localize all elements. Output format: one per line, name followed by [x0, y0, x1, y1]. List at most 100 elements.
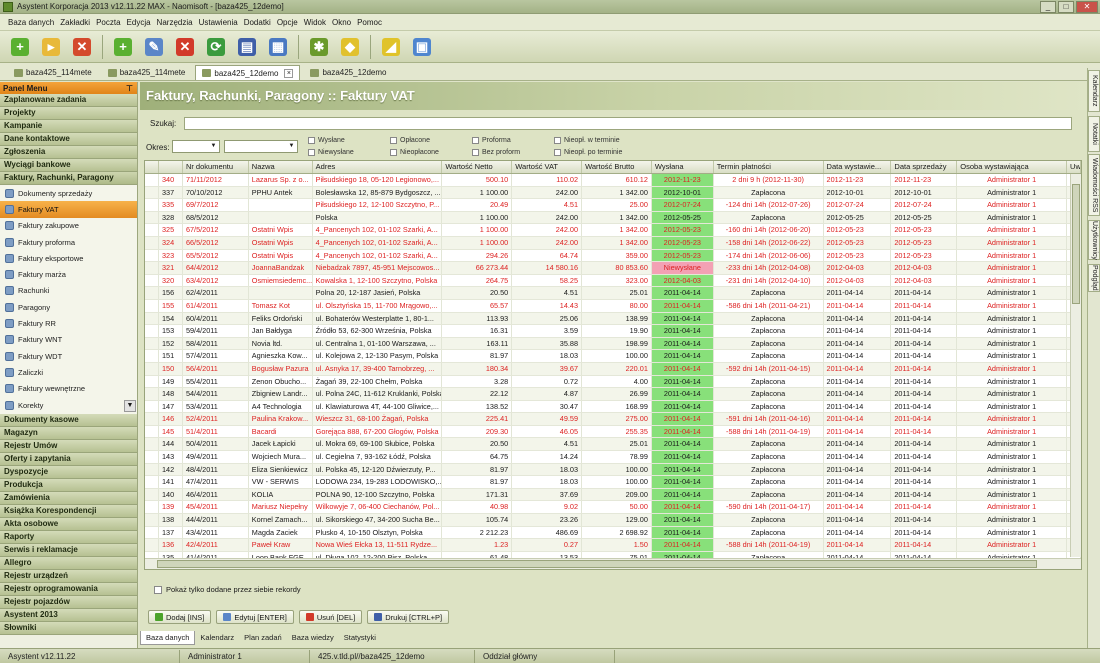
table-row[interactable]: 321 64/4/2012 JoannaBandzak Niebadzak 7897,… — [145, 262, 1081, 275]
sidebar-item[interactable]: Faktury eksportowe — [0, 250, 137, 266]
sidebar-group[interactable]: Projekty — [0, 107, 137, 120]
sidebar-item[interactable]: Faktury proforma — [0, 234, 137, 250]
table-row[interactable]: 138 44/4/2011 Kornel Zamach... ul. Sikorski… — [145, 514, 1081, 527]
row-checkbox[interactable] — [145, 249, 159, 262]
column-header[interactable]: Uwagi — [1067, 161, 1081, 173]
column-header[interactable]: Osoba wystawiająca — [957, 161, 1068, 173]
new-record-button[interactable]: + — [6, 34, 34, 60]
scroll-down-icon[interactable]: ▼ — [124, 400, 136, 412]
row-checkbox[interactable] — [145, 501, 159, 514]
sidebar-item[interactable]: Faktury WNT — [0, 332, 137, 348]
filter-sent[interactable]: Wysłane — [308, 137, 345, 144]
row-checkbox[interactable] — [145, 476, 159, 488]
sidebar-item[interactable]: Faktury marża — [0, 266, 137, 282]
table-row[interactable]: 149 55/4/2011 Zenon Obucho... Żagań 39, 22-… — [145, 375, 1081, 389]
close-tab-icon[interactable]: × — [284, 68, 294, 78]
row-checkbox[interactable] — [145, 211, 159, 224]
sidebar-group[interactable]: Książka Korespondencji — [0, 505, 137, 518]
table-row[interactable]: 146 52/4/2011 Paulina Krakow... Wieszcz 31,… — [145, 413, 1081, 426]
row-checkbox[interactable] — [145, 350, 159, 362]
row-checkbox[interactable] — [145, 413, 159, 425]
column-header[interactable]: Data sprzedaży — [891, 161, 958, 173]
scroll-thumb[interactable] — [1072, 184, 1080, 304]
table-row[interactable]: 153 59/4/2011 Jan Bałdyga Źródło 53, 62-300… — [145, 325, 1081, 338]
table-row[interactable]: 142 48/4/2011 Eliza Sienkiewicz ul. Polska … — [145, 463, 1081, 477]
pin-icon[interactable]: ⊤ — [126, 84, 133, 93]
table-row[interactable]: 136 42/4/2011 Paweł Kraw Nowa Wieś Ełcka 13… — [145, 539, 1081, 552]
sidebar-item[interactable]: Faktury WDT — [0, 348, 137, 364]
row-checkbox[interactable] — [145, 274, 159, 287]
sidebar-group[interactable]: Rejestr oprogramowania — [0, 583, 137, 596]
search-input[interactable] — [184, 116, 1073, 130]
row-checkbox[interactable] — [145, 438, 159, 451]
table-row[interactable]: 141 47/4/2011 VW - SERWIS LODOWA 234, 19-28… — [145, 476, 1081, 489]
minimize-button[interactable]: _ — [1040, 1, 1056, 13]
checkbox[interactable] — [308, 149, 315, 156]
delete-button[interactable]: Usuń [DEL] — [298, 610, 363, 624]
sidebar-group[interactable]: Raporty — [0, 531, 137, 544]
sidebar-item[interactable]: Faktury wewnętrzne — [0, 381, 137, 397]
row-checkbox[interactable] — [145, 287, 159, 299]
filter-unpaid-overdue[interactable]: Nieopł. po terminie — [554, 149, 622, 156]
sidebar-group[interactable]: Asystent 2013 — [0, 609, 137, 622]
row-checkbox[interactable] — [145, 526, 159, 539]
row-checkbox[interactable] — [145, 451, 159, 463]
maximize-button[interactable]: □ — [1058, 1, 1074, 13]
side-tab[interactable]: Wiadomości RSS — [1088, 154, 1100, 216]
sidebar-group[interactable]: Zaplanowane zadania — [0, 94, 137, 107]
table-row[interactable]: 140 46/4/2011 KOLIA POLNA 90, 12-100 Szczyt… — [145, 488, 1081, 502]
sidebar-group-open[interactable]: Faktury, Rachunki, Paragony — [0, 172, 137, 185]
side-tab[interactable]: Podgląd — [1088, 264, 1100, 292]
table-row[interactable]: 152 58/4/2011 Novia ltd. ul. Centralna 1, 0… — [145, 337, 1081, 351]
sidebar-item[interactable]: Dokumenty sprzedaży — [0, 185, 137, 201]
table-row[interactable]: 150 56/4/2011 Bogusław Pazura ul. Asnyka 17… — [145, 362, 1081, 376]
row-checkbox[interactable] — [145, 174, 159, 186]
sidebar-group[interactable]: Kampanie — [0, 120, 137, 133]
table-row[interactable]: 143 49/4/2011 Wojciech Mura... ul. Cegielna… — [145, 451, 1081, 464]
sidebar-group[interactable]: Dane kontaktowe — [0, 133, 137, 146]
sidebar-item[interactable]: Faktury VAT — [0, 201, 137, 218]
sidebar-group[interactable]: Rejestr pojazdów — [0, 596, 137, 609]
sidebar-group[interactable]: Wyciągi bankowe — [0, 159, 137, 172]
show-mine-checkbox[interactable]: Pokaż tylko dodane przez siebie rekordy — [154, 585, 301, 594]
table-row[interactable]: 144 50/4/2011 Jacek Łapicki ul. Mokra 69, 6… — [145, 438, 1081, 452]
menu-item-2[interactable]: Poczta — [96, 18, 120, 27]
sidebar-item[interactable]: Zaliczki — [0, 364, 137, 380]
row-checkbox[interactable] — [145, 375, 159, 388]
side-tab[interactable]: Kalendarz — [1088, 70, 1100, 112]
row-checkbox[interactable] — [145, 299, 159, 312]
edit-button[interactable]: Edytuj [ENTER] — [216, 610, 294, 624]
delete-document-button[interactable]: ✕ — [171, 34, 199, 60]
tag-button[interactable]: ◆ — [336, 34, 364, 60]
bottom-tab[interactable]: Baza danych — [140, 631, 196, 645]
bottom-tab[interactable]: Statystyki — [339, 631, 381, 645]
row-checkbox[interactable] — [145, 362, 159, 375]
refresh-button[interactable]: ⟳ — [202, 34, 230, 60]
filter-paid[interactable]: Opłacone — [390, 137, 430, 144]
checkbox[interactable] — [390, 149, 397, 156]
open-folder-button[interactable]: ▸ — [37, 34, 65, 60]
menu-item-0[interactable]: Baza danych — [8, 18, 54, 27]
sidebar-group[interactable]: Dokumenty kasowe — [0, 414, 137, 427]
column-header[interactable]: Nazwa — [249, 161, 313, 173]
menu-item-1[interactable]: Zakładki — [60, 18, 90, 27]
filter-proforma[interactable]: Proforma — [472, 137, 511, 144]
menu-item-6[interactable]: Dodatki — [244, 18, 271, 27]
bottom-tab[interactable]: Plan zadań — [239, 631, 287, 645]
row-checkbox[interactable] — [145, 514, 159, 526]
row-checkbox[interactable] — [145, 224, 159, 236]
row-checkbox[interactable] — [145, 388, 159, 400]
settings-button[interactable]: ✱ — [305, 34, 333, 60]
row-checkbox[interactable] — [145, 199, 159, 211]
document-tab[interactable]: baza425_114mete — [102, 65, 192, 80]
sidebar-group[interactable]: Magazyn — [0, 427, 137, 440]
row-checkbox[interactable] — [145, 312, 159, 325]
sidebar-group[interactable]: Rejestr Umów — [0, 440, 137, 453]
row-checkbox[interactable] — [145, 236, 159, 249]
column-header[interactable] — [145, 161, 159, 173]
table-row[interactable]: 340 71/11/2012 Lazarus Sp. z o... Piłsudski… — [145, 174, 1081, 187]
checkbox[interactable] — [554, 137, 561, 144]
table-row[interactable]: 148 54/4/2011 Zbigniew Landr... ul. Polna 2… — [145, 388, 1081, 401]
table-row[interactable]: 320 63/4/2012 Osmiemsiedemc... Kowalska 1, … — [145, 274, 1081, 288]
sidebar-item[interactable]: Faktury RR — [0, 315, 137, 331]
